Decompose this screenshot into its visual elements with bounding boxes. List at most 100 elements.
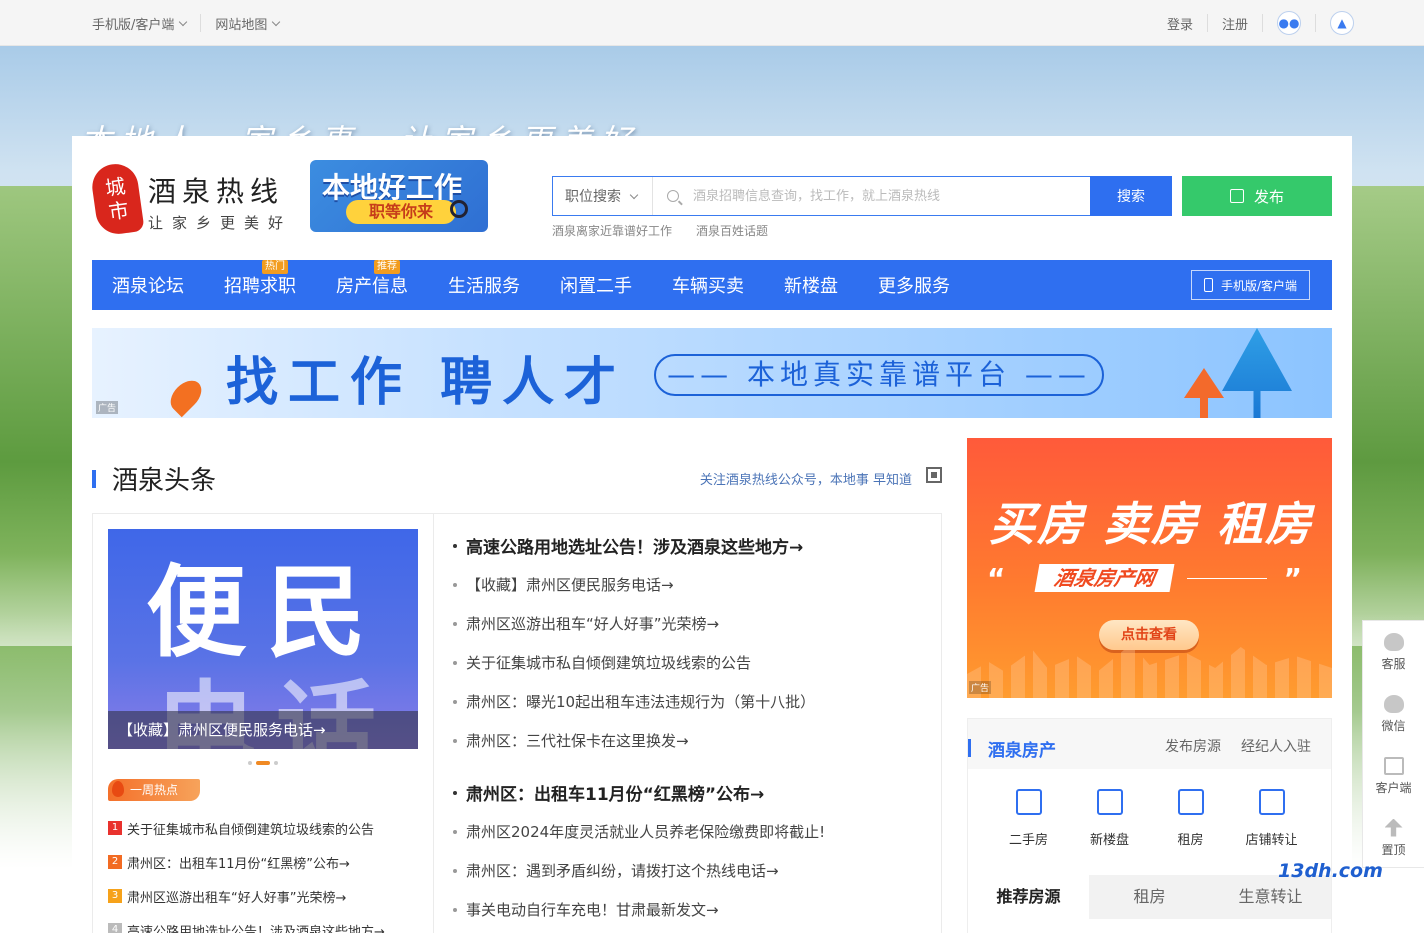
divider bbox=[1315, 14, 1316, 32]
nav-item-more[interactable]: 更多服务 bbox=[878, 272, 950, 298]
house-panel-header: 酒泉房产 发布房源 经纪人入驻 bbox=[968, 719, 1331, 769]
publish-button[interactable]: 发布 bbox=[1182, 176, 1332, 216]
login-link[interactable]: 登录 bbox=[1167, 14, 1193, 33]
sidebar-client[interactable]: 客户端 bbox=[1363, 745, 1424, 807]
hot-badge: 热门 bbox=[262, 260, 288, 274]
carousel-dot[interactable] bbox=[248, 761, 252, 765]
bell-icon[interactable]: ▲ bbox=[1330, 11, 1354, 35]
banner-headline: 找工作 聘人才 bbox=[226, 353, 627, 413]
mobile-client-link[interactable]: 手机版/客户端 bbox=[92, 14, 188, 33]
nav-item-label: 更多服务 bbox=[878, 276, 950, 297]
house-tabs: 推荐房源 租房 生意转让 bbox=[968, 875, 1331, 919]
house-ad-button[interactable]: 点击查看 bbox=[1099, 620, 1199, 650]
wechat-icon[interactable]: ●● bbox=[1277, 11, 1301, 35]
flame-icon bbox=[112, 781, 124, 797]
carousel-dot-active[interactable] bbox=[256, 761, 270, 765]
nav-item-label: 房产信息 bbox=[336, 276, 408, 297]
sitemap-link[interactable]: 网站地图 bbox=[215, 14, 281, 33]
section-accent-bar bbox=[92, 470, 96, 488]
nav-item-jobs[interactable]: 招聘求职 热门 bbox=[224, 260, 296, 298]
follow-link[interactable]: 关注酒泉热线公众号，本地事 早知道 bbox=[700, 469, 912, 488]
news-item[interactable]: 肃州区2024年度灵活就业人员养老保险缴费即将截止! bbox=[453, 812, 933, 851]
tab-recommended[interactable]: 推荐房源 bbox=[968, 875, 1089, 919]
news-item[interactable]: 事关电动自行车充电！甘肃最新发文→ bbox=[453, 890, 933, 929]
leaf-decoration bbox=[164, 374, 208, 418]
house-ad-brand: 酒泉房产网 bbox=[1034, 564, 1175, 592]
category-shop-transfer[interactable]: 店铺转让 bbox=[1231, 789, 1312, 848]
search-input[interactable] bbox=[693, 177, 1090, 215]
house-ad[interactable]: 买房 卖房 租房 “ 酒泉房产网 ” 点击查看 广告 bbox=[967, 438, 1332, 698]
search-bar: 职位搜索 搜索 bbox=[552, 176, 1172, 216]
search-hotwords: 酒泉离家近靠谱好工作 酒泉百姓话题 bbox=[552, 222, 768, 239]
logo-badge: 城 市 bbox=[89, 161, 145, 237]
quote-icon: ” bbox=[1283, 562, 1302, 595]
hot-list-item[interactable]: 1 关于征集城市私自倾倒建筑垃圾线索的公告 bbox=[108, 811, 418, 845]
floating-sidebar: 客服 微信 客户端 置顶 bbox=[1362, 620, 1424, 868]
headset-icon bbox=[1383, 632, 1404, 651]
news-item[interactable]: 肃州区：三代社保卡在这里换发→ bbox=[453, 721, 933, 760]
nav-item-new-homes[interactable]: 新楼盘 bbox=[784, 272, 838, 298]
news-headline[interactable]: 高速公路用地选址公告！涉及酒泉这些地方→ bbox=[453, 526, 933, 565]
register-link[interactable]: 注册 bbox=[1222, 14, 1248, 33]
category-label: 二手房 bbox=[1008, 833, 1048, 848]
news-headline[interactable]: 肃州区：出租车11月份“红黑榜”公布→ bbox=[453, 773, 933, 812]
nav-item-vehicles[interactable]: 车辆买卖 bbox=[672, 272, 744, 298]
news-carousel-slide[interactable]: 便民 电话 【收藏】肃州区便民服务电话→ bbox=[108, 529, 418, 749]
nav-item-secondhand[interactable]: 闲置二手 bbox=[560, 272, 632, 298]
news-item[interactable]: 肃州区：曝光10起出租车违法违规行为（第十八批） bbox=[453, 682, 933, 721]
news-item[interactable]: 肃州区巡游出租车“好人好事”光荣榜→ bbox=[453, 604, 933, 643]
news-item[interactable]: 肃州区：遇到矛盾纠纷，请拨打这个热线电话→ bbox=[453, 851, 933, 890]
divider bbox=[1187, 578, 1267, 579]
category-new-homes[interactable]: 新楼盘 bbox=[1069, 789, 1150, 848]
job-ad-subtitle: 职等你来 bbox=[346, 200, 456, 224]
hotword-link[interactable]: 酒泉百姓话题 bbox=[696, 222, 768, 239]
main-nav: 酒泉论坛 招聘求职 热门 房产信息 推荐 生活服务 闲置二手 车辆买卖 新楼盘 更多… bbox=[92, 260, 1332, 310]
news-header: 酒泉头条 关注酒泉热线公众号，本地事 早知道 bbox=[92, 464, 942, 496]
category-secondhand-home[interactable]: 二手房 bbox=[988, 789, 1069, 848]
hotword-link[interactable]: 酒泉离家近靠谱好工作 bbox=[552, 222, 672, 239]
phone-icon bbox=[1203, 278, 1213, 292]
sidebar-customer-service[interactable]: 客服 bbox=[1363, 621, 1424, 683]
nav-item-label: 闲置二手 bbox=[560, 276, 632, 297]
house-icon bbox=[1015, 789, 1042, 815]
rank-badge: 4 bbox=[108, 923, 122, 933]
sitemap-label: 网站地图 bbox=[215, 17, 268, 33]
divider bbox=[1206, 14, 1208, 32]
search-type-value: 职位搜索 bbox=[565, 189, 621, 205]
wechat-icon bbox=[1383, 694, 1404, 713]
tab-rent[interactable]: 租房 bbox=[1089, 875, 1210, 919]
search-button[interactable]: 搜索 bbox=[1090, 176, 1172, 216]
category-label: 店铺转让 bbox=[1245, 833, 1298, 848]
nav-mobile-button[interactable]: 手机版/客户端 bbox=[1190, 270, 1310, 300]
publish-listing-link[interactable]: 发布房源 bbox=[1165, 736, 1221, 756]
search-type-select[interactable]: 职位搜索 bbox=[553, 177, 653, 215]
hot-list-item[interactable]: 2 肃州区：出租车11月份“红黑榜”公布→ bbox=[108, 845, 418, 879]
hot-week-text: 一周热点 bbox=[130, 783, 179, 797]
nav-item-housing[interactable]: 房产信息 推荐 bbox=[336, 260, 408, 298]
sidebar-wechat[interactable]: 微信 bbox=[1363, 683, 1424, 745]
nav-item-label: 新楼盘 bbox=[784, 276, 838, 297]
nav-item-forum[interactable]: 酒泉论坛 bbox=[112, 272, 184, 298]
news-item[interactable]: 【收藏】肃州区便民服务电话→ bbox=[453, 565, 933, 604]
rank-badge: 3 bbox=[108, 889, 122, 903]
nav-item-label: 招聘求职 bbox=[224, 276, 296, 297]
site-logo[interactable]: 城 市 bbox=[89, 161, 145, 237]
logo-badge-bottom: 市 bbox=[107, 197, 131, 225]
logo-badge-top: 城 bbox=[103, 173, 127, 201]
job-ad[interactable]: 本地好工作 职等你来 bbox=[310, 160, 488, 232]
recruit-banner[interactable]: 找工作 聘人才 —— 本地真实靠谱平台 —— 广告 bbox=[92, 328, 1332, 418]
qr-code-icon[interactable] bbox=[926, 467, 942, 483]
news-item[interactable]: 关于征集城市私自倾倒建筑垃圾线索的公告 bbox=[453, 643, 933, 682]
agent-join-link[interactable]: 经纪人入驻 bbox=[1241, 736, 1311, 756]
hot-list-item[interactable]: 4 高速公路用地选址公告！涉及酒泉这些地方→ bbox=[108, 913, 418, 933]
hot-list-item[interactable]: 3 肃州区巡游出租车“好人好事”光荣榜→ bbox=[108, 879, 418, 913]
nav-item-label: 生活服务 bbox=[448, 276, 520, 297]
carousel-dot[interactable] bbox=[274, 761, 278, 765]
divider bbox=[200, 14, 202, 32]
nav-item-services[interactable]: 生活服务 bbox=[448, 272, 520, 298]
main-container: 城 市 酒泉热线 让家乡更美好 本地好工作 职等你来 职位搜索 搜索 发布 酒泉… bbox=[72, 136, 1352, 933]
hot-item-text: 关于征集城市私自倾倒建筑垃圾线索的公告 bbox=[127, 822, 375, 838]
qr-code-icon bbox=[1383, 756, 1404, 775]
house-panel-links: 发布房源 经纪人入驻 bbox=[1165, 736, 1311, 756]
category-rent[interactable]: 租房 bbox=[1150, 789, 1231, 848]
